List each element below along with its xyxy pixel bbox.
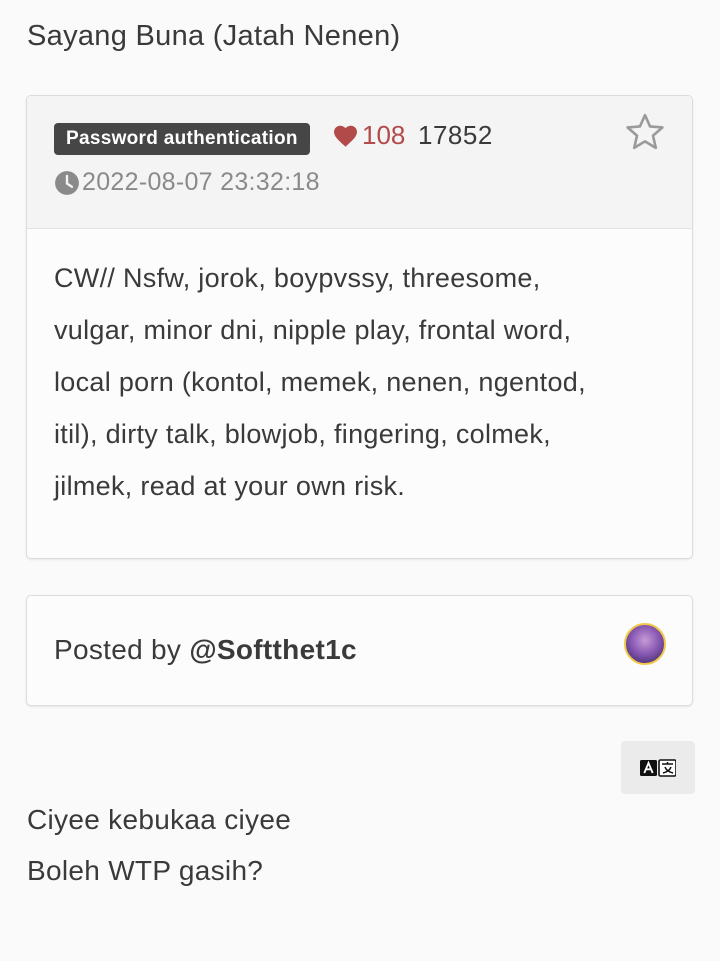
translate-icon (640, 758, 676, 777)
post-body-line: vulgar, minor dni, nipple play, frontal … (54, 315, 572, 345)
posted-by: Posted by @Softthet1c (54, 634, 357, 666)
clock-icon (55, 170, 79, 195)
post-body: CW// Nsfw, jorok, boypvssy, threesome, v… (54, 252, 666, 512)
star-outline-icon (626, 113, 664, 150)
post-body-line: CW// Nsfw, jorok, boypvssy, threesome, (54, 263, 541, 293)
post-body-line: itil), dirty talk, blowjob, fingering, c… (54, 419, 551, 449)
like-count: 108 (362, 120, 406, 150)
page-title: Sayang Buna (Jatah Nenen) (27, 20, 401, 52)
posted-by-label: Posted by (54, 634, 190, 665)
date-text: 2022-08-07 23:32:18 (82, 168, 320, 196)
post-body-line: jilmek, read at your own risk. (54, 471, 406, 501)
post-body-line: local porn (kontol, memek, nenen, ngento… (54, 367, 586, 397)
view-count: 17852 (418, 120, 493, 150)
post-date: 2022-08-07 23:32:18 (54, 168, 320, 197)
status-badge: Password authentication (54, 123, 310, 155)
comment-line: Ciyee kebukaa ciyee (27, 804, 292, 835)
avatar[interactable] (624, 623, 666, 665)
comment-text: Ciyee kebukaa ciyee Boleh WTP gasih? (27, 794, 291, 896)
comment-line: Boleh WTP gasih? (27, 855, 264, 886)
translate-button[interactable] (621, 741, 695, 794)
post-card: Password authentication 108 17852 2022-0… (26, 95, 693, 559)
author-card: Posted by @Softthet1c (26, 595, 693, 706)
post-header: Password authentication 108 17852 2022-0… (27, 96, 692, 229)
favorite-button[interactable] (624, 112, 666, 157)
heart-icon (334, 125, 357, 147)
like-counter[interactable]: 108 (332, 120, 405, 151)
author-handle-link[interactable]: @Softthet1c (189, 634, 357, 665)
